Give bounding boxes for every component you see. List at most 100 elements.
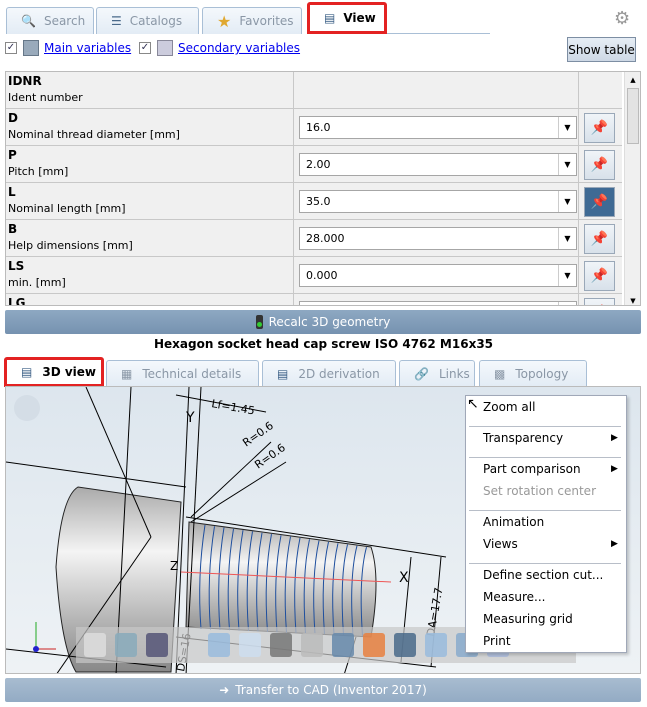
- toolbar-tool-icon: [146, 633, 168, 657]
- chevron-down-icon: ▼: [558, 228, 576, 249]
- variable-description: Help dimensions [mm]: [8, 239, 133, 252]
- chevron-down-icon: ▼: [558, 265, 576, 286]
- table-row: B Help dimensions [mm] 28.000 ▼ 📌: [6, 220, 622, 257]
- 2d-derivation-icon: ▤: [277, 366, 289, 381]
- r2-label: R=0.6: [252, 441, 288, 471]
- toolbar-tool-icon: [208, 633, 230, 657]
- menu-item-measure[interactable]: Measure...: [483, 590, 545, 604]
- variable-description: min. [mm]: [8, 276, 66, 289]
- toolbar-tool-icon: [425, 633, 447, 657]
- table-row: L Nominal length [mm] 35.0 ▼ 📌: [6, 183, 622, 220]
- table-row: P Pitch [mm] 2.00 ▼ 📌: [6, 146, 622, 183]
- menu-item-animation[interactable]: Animation: [483, 515, 544, 529]
- pin-icon: 📌: [590, 231, 609, 247]
- submenu-arrow-icon: ▶: [611, 464, 618, 474]
- chevron-down-icon: ▼: [558, 117, 576, 138]
- pin-icon: 📌: [590, 120, 609, 136]
- tab-favorites[interactable]: ★ Favorites: [202, 7, 302, 34]
- pin-button[interactable]: 📌: [584, 224, 615, 254]
- pin-icon: 📌: [590, 194, 609, 210]
- menu-item-print[interactable]: Print: [483, 634, 511, 648]
- toolbar-tool-icon: [301, 633, 323, 657]
- main-variables-link[interactable]: Main variables: [44, 41, 131, 55]
- secondary-variables-icon: [157, 40, 173, 56]
- tab-links[interactable]: 🔗 Links: [399, 360, 475, 386]
- menu-item-define-section-cut[interactable]: Define section cut...: [483, 568, 603, 582]
- variable-description: Nominal length [mm]: [8, 202, 126, 215]
- toolbar-tool-icon: [394, 633, 416, 657]
- pin-button[interactable]: 📌: [584, 187, 615, 217]
- tab-catalogs[interactable]: ☰ Catalogs: [96, 7, 199, 34]
- lf-label: Lf=1.45: [210, 397, 255, 417]
- menu-separator: [469, 426, 621, 427]
- menu-separator: [469, 563, 621, 564]
- transfer-icon: ➜: [219, 683, 230, 697]
- variable-description: Pitch [mm]: [8, 165, 69, 178]
- context-menu: Zoom all Transparency ▶ Part comparison ▶ Set…: [465, 395, 627, 653]
- table-scrollbar[interactable]: ▲ ▼: [624, 72, 640, 305]
- value-dropdown[interactable]: ▼: [299, 301, 577, 305]
- chevron-down-icon: ▼: [558, 154, 576, 175]
- variable-key: B: [8, 222, 18, 236]
- secondary-variables-link[interactable]: Secondary variables: [178, 41, 300, 55]
- variable-key: P: [8, 148, 17, 162]
- value-dropdown[interactable]: 16.0 ▼: [299, 116, 577, 139]
- chevron-down-icon: ▼: [558, 302, 576, 305]
- recalc-3d-geometry-button[interactable]: Recalc 3D geometry: [5, 310, 641, 334]
- table-row: LG ▼ 📌: [6, 294, 622, 306]
- table-row: IDNR Ident number: [6, 72, 622, 109]
- z-axis-label: Z: [170, 559, 178, 573]
- secondary-variables-checkbox[interactable]: ✓: [139, 42, 151, 54]
- pin-button[interactable]: 📌: [584, 150, 615, 180]
- value-dropdown[interactable]: 35.0 ▼: [299, 190, 577, 213]
- toolbar-tool-icon: [332, 633, 354, 657]
- tab-topology[interactable]: ▩ Topology: [479, 360, 587, 386]
- tab-2d-derivation[interactable]: ▤ 2D derivation: [262, 360, 396, 386]
- topology-icon: ▩: [494, 366, 506, 381]
- submenu-arrow-icon: ▶: [611, 539, 618, 549]
- main-variables-checkbox[interactable]: ✓: [5, 42, 17, 54]
- variable-key: L: [8, 185, 16, 199]
- cursor-icon: ↖: [467, 396, 479, 412]
- gear-icon[interactable]: ⚙: [614, 8, 630, 29]
- toolbar-tool-icon: [84, 633, 106, 657]
- variable-key: D: [8, 111, 18, 125]
- pin-button[interactable]: 📌: [584, 261, 615, 291]
- spinner-icon: [14, 395, 40, 421]
- variable-key: LS: [8, 259, 25, 273]
- catalogs-icon: ☰: [111, 14, 122, 28]
- menu-item-transparency[interactable]: Transparency ▶: [483, 431, 618, 445]
- r1-label: R=0.6: [240, 419, 276, 449]
- submenu-arrow-icon: ▶: [611, 433, 618, 443]
- 3d-view-icon: ▤: [21, 365, 33, 379]
- tab-technical-details[interactable]: ▦ Technical details: [106, 360, 259, 386]
- value-dropdown[interactable]: 2.00 ▼: [299, 153, 577, 176]
- pin-button[interactable]: 📌: [584, 298, 615, 306]
- menu-item-part-comparison[interactable]: Part comparison ▶: [483, 462, 618, 476]
- transfer-to-cad-button[interactable]: ➜ Transfer to CAD (Inventor 2017): [5, 678, 641, 702]
- tab-view[interactable]: ▤ View: [307, 2, 387, 34]
- toolbar-tool-icon: [270, 633, 292, 657]
- menu-separator: [469, 510, 621, 511]
- toolbar-tool-icon: [363, 633, 385, 657]
- tab-3d-view[interactable]: ▤ 3D view: [4, 357, 104, 387]
- table-row: D Nominal thread diameter [mm] 16.0 ▼ 📌: [6, 109, 622, 146]
- pin-icon: 📌: [591, 305, 608, 306]
- links-icon: 🔗: [414, 366, 429, 381]
- star-icon: ★: [217, 11, 232, 31]
- menu-item-zoom-all[interactable]: Zoom all: [483, 400, 535, 414]
- value-dropdown[interactable]: 28.000 ▼: [299, 227, 577, 250]
- traffic-light-icon: [255, 315, 263, 329]
- show-table-button[interactable]: Show table: [567, 37, 636, 62]
- menu-item-views[interactable]: Views ▶: [483, 537, 618, 551]
- menu-item-measuring-grid[interactable]: Measuring grid: [483, 612, 573, 626]
- main-variables-icon: [23, 40, 39, 56]
- value-dropdown[interactable]: 0.000 ▼: [299, 264, 577, 287]
- tab-search[interactable]: 🔍 Search: [6, 7, 94, 34]
- variable-key: LG: [8, 296, 26, 306]
- x-axis-label: X: [399, 570, 409, 586]
- variable-description: Ident number: [8, 91, 83, 104]
- variable-key: IDNR: [8, 74, 42, 88]
- pin-button[interactable]: 📌: [584, 113, 615, 143]
- menu-item-set-rotation-center[interactable]: Set rotation center: [483, 484, 596, 498]
